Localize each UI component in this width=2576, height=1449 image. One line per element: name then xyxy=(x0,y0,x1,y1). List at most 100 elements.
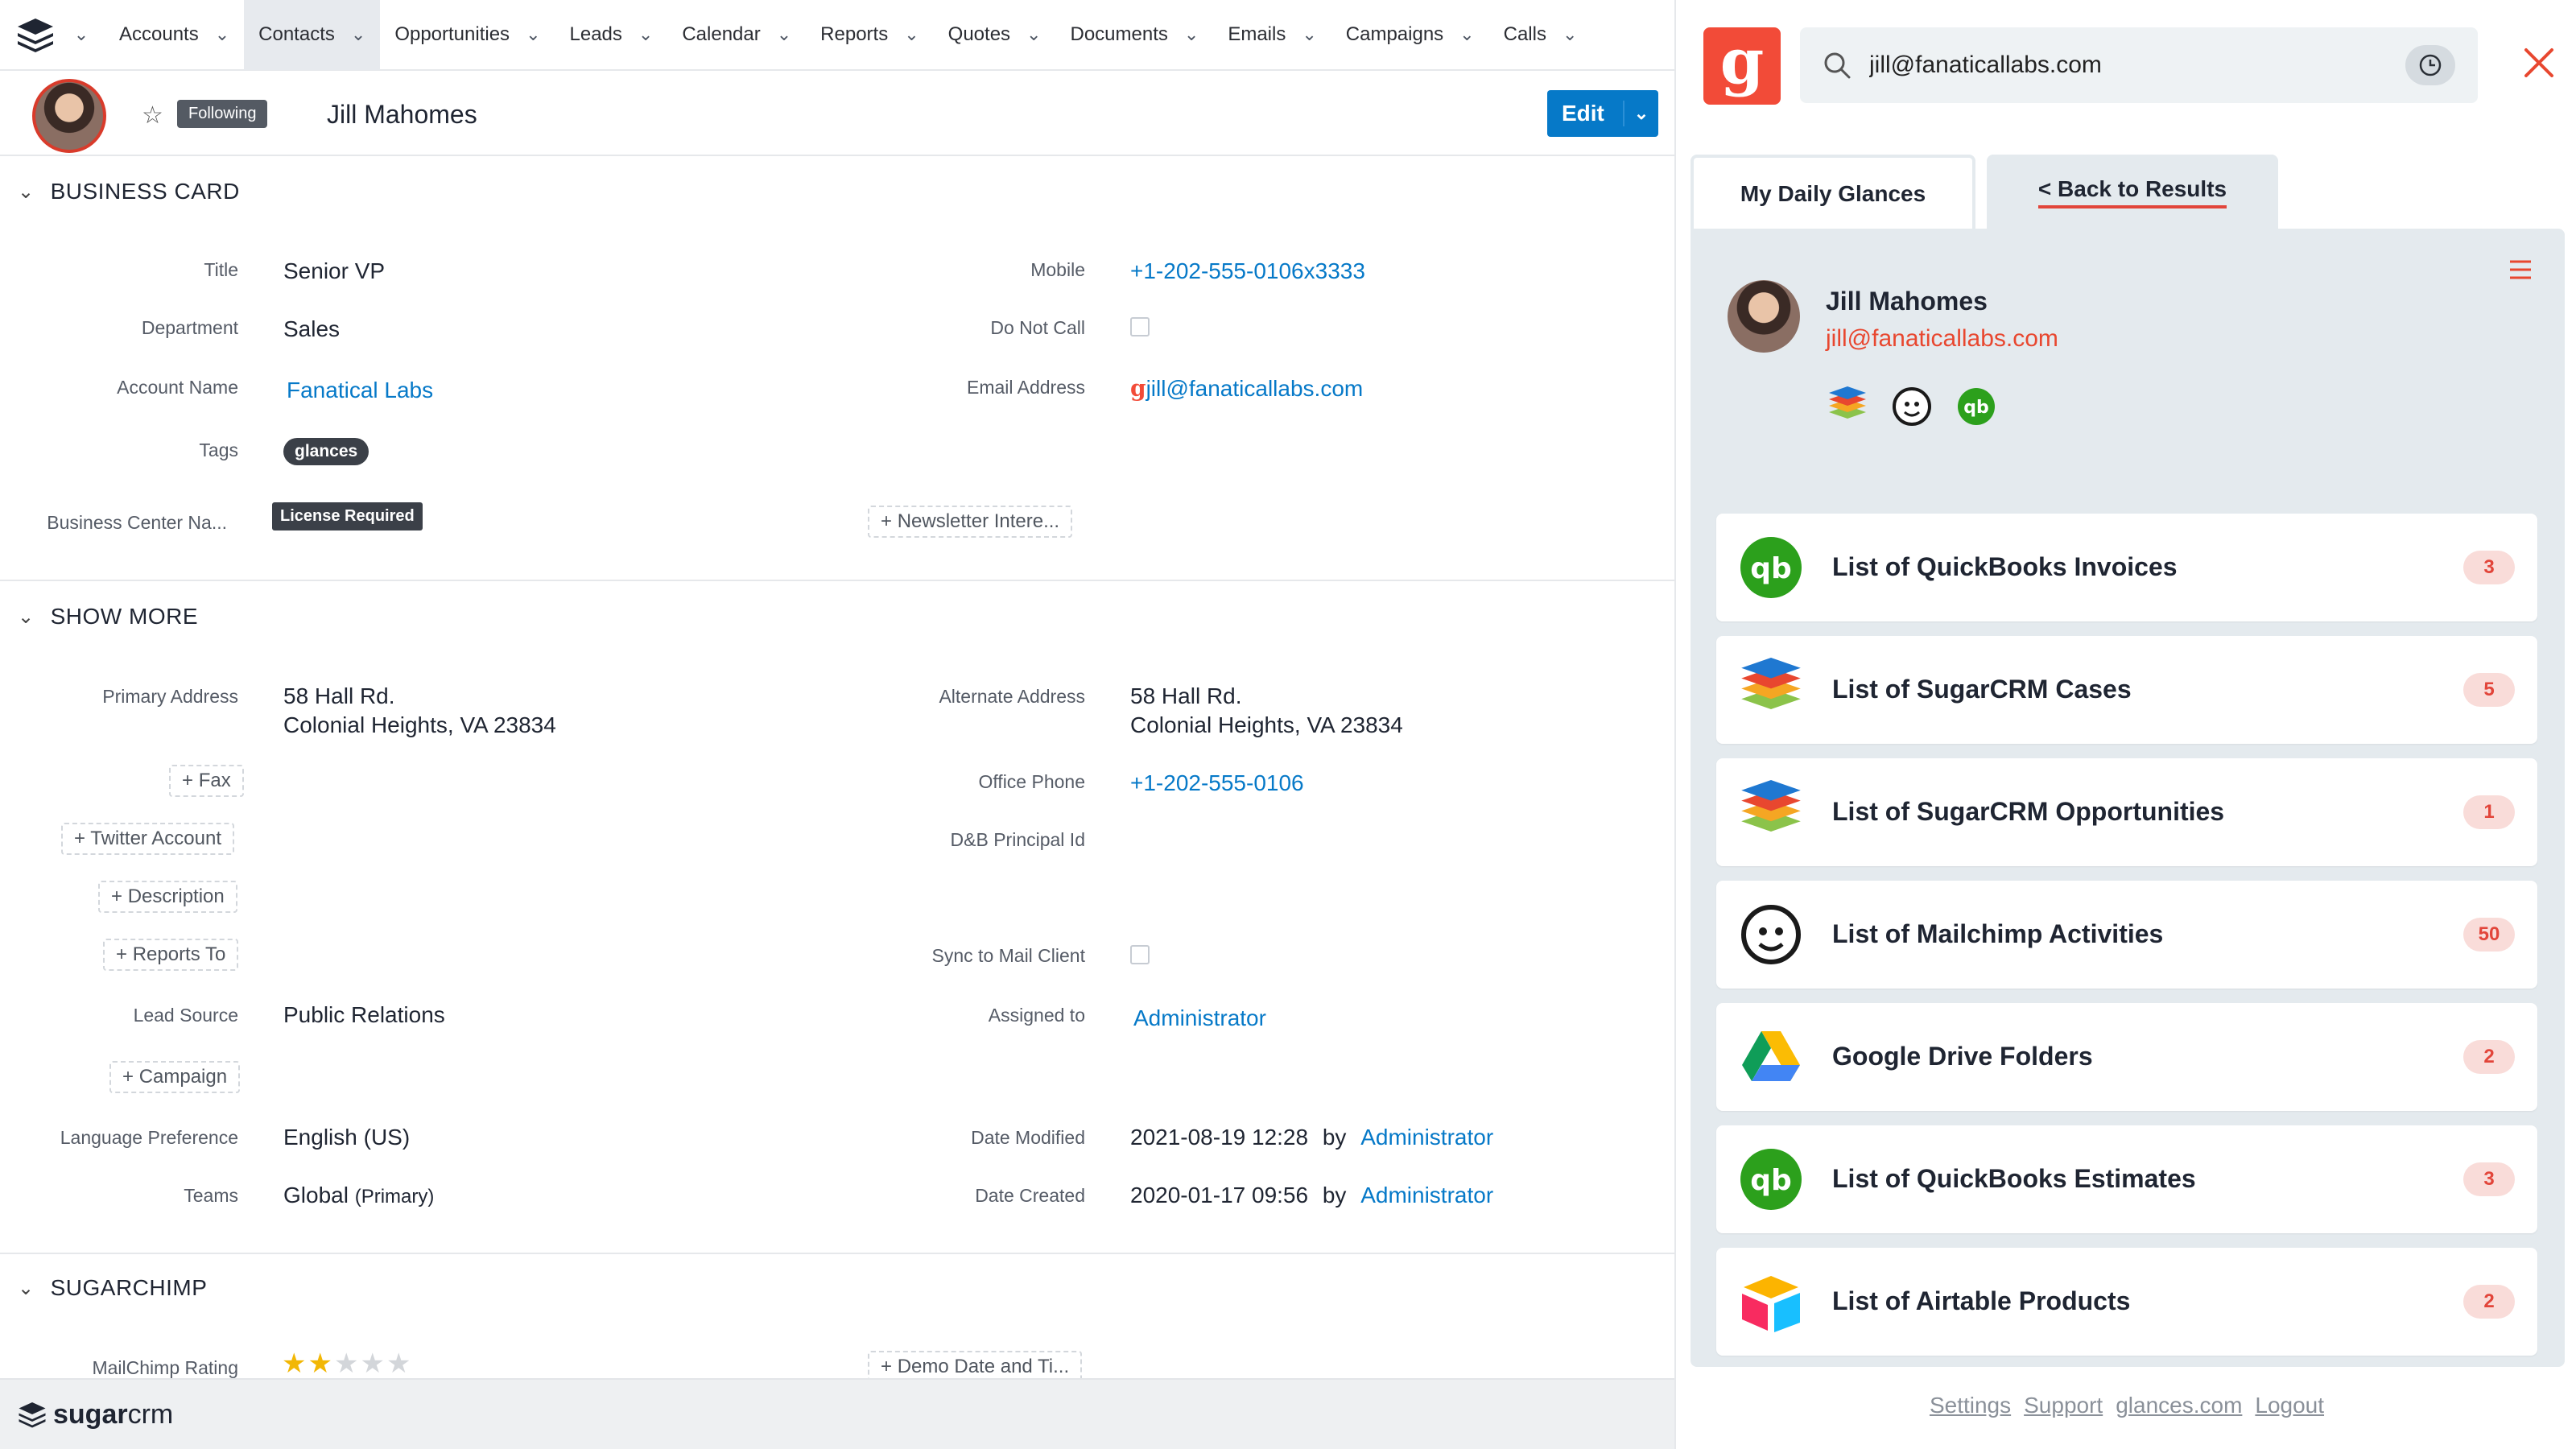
alternate-address-line1[interactable]: 58 Hall Rd. xyxy=(1130,681,1242,711)
button-label: Campaign xyxy=(138,1066,228,1088)
count-badge: 50 xyxy=(2463,918,2515,952)
do-not-call-checkbox[interactable] xyxy=(1130,317,1150,336)
glances-com-link[interactable]: glances.com xyxy=(2116,1393,2242,1418)
glance-card-title: List of Mailchimp Activities xyxy=(1832,919,2164,948)
chevron-down-icon: ⌄ xyxy=(1183,24,1199,44)
sync-mail-client-checkbox[interactable] xyxy=(1130,945,1150,964)
glances-panel: g My Daily Glances < Back to Results Jil… xyxy=(1674,0,2576,1449)
field-label-teams: Teams xyxy=(184,1185,238,1206)
field-language[interactable]: English (US) xyxy=(283,1122,410,1152)
glance-card[interactable]: List of SugarCRM Cases 5 xyxy=(1716,636,2537,744)
rating-star-icon[interactable]: ★ xyxy=(282,1348,308,1379)
field-label-mobile: Mobile xyxy=(1030,259,1085,280)
glance-card[interactable]: qb List of QuickBooks Invoices 3 xyxy=(1716,514,2537,621)
hamburger-menu-icon[interactable] xyxy=(2508,259,2533,284)
back-to-results-label: < Back to Results xyxy=(2037,176,2227,208)
primary-address-line1[interactable]: 58 Hall Rd. xyxy=(283,681,395,711)
field-title[interactable]: Senior VP xyxy=(283,256,385,286)
nav-tab-accounts[interactable]: Accounts ⌄ xyxy=(105,0,244,70)
sugarcrm-icon[interactable] xyxy=(1827,386,1868,427)
button-label: Newsletter Intere... xyxy=(897,510,1060,532)
support-link[interactable]: Support xyxy=(2024,1393,2103,1418)
account-name-link[interactable]: Fanatical Labs xyxy=(287,375,433,405)
newsletter-add-button[interactable]: + Newsletter Intere... xyxy=(868,506,1073,538)
mailchimp-rating-stars: ★★★★★ xyxy=(282,1348,412,1380)
count-badge: 2 xyxy=(2463,1285,2515,1319)
glance-card[interactable]: List of Mailchimp Activities 50 xyxy=(1716,881,2537,989)
count-badge: 3 xyxy=(2463,1162,2515,1196)
mobile-phone-link[interactable]: +1-202-555-0106x3333 xyxy=(1130,256,1365,286)
airtable-icon xyxy=(1742,1276,1800,1332)
count-badge: 3 xyxy=(2463,551,2515,584)
chevron-down-icon[interactable]: ⌄ xyxy=(1624,103,1658,124)
section-show-more[interactable]: ⌄ SHOW MORE xyxy=(18,604,198,630)
glances-search-input[interactable] xyxy=(1869,52,2384,79)
modified-by-user-link[interactable]: Administrator xyxy=(1360,1125,1493,1150)
mailchimp-icon[interactable] xyxy=(1892,386,1932,427)
nav-tab-emails[interactable]: Emails ⌄ xyxy=(1213,0,1331,70)
nav-tab-calendar[interactable]: Calendar ⌄ xyxy=(667,0,806,70)
section-sugarchimp[interactable]: ⌄ SUGARCHIMP xyxy=(18,1275,207,1301)
glance-card[interactable]: qb List of QuickBooks Estimates 3 xyxy=(1716,1125,2537,1233)
nav-tab-leads[interactable]: Leads ⌄ xyxy=(555,0,668,70)
add-reports-to-button[interactable]: + Reports To xyxy=(103,939,239,971)
logout-link[interactable]: Logout xyxy=(2255,1393,2324,1418)
field-label-alternate-address: Alternate Address xyxy=(939,686,1085,707)
contact-avatar[interactable] xyxy=(32,79,106,153)
glance-card[interactable]: List of Airtable Products 2 xyxy=(1716,1248,2537,1356)
nav-tab-calls[interactable]: Calls ⌄ xyxy=(1489,0,1592,70)
tab-my-daily-glances[interactable]: My Daily Glances xyxy=(1690,155,1975,230)
following-badge[interactable]: Following xyxy=(177,100,268,128)
add-description-button[interactable]: + Description xyxy=(98,881,237,913)
sugarcrm-brand[interactable]: sugarcrm xyxy=(53,1399,173,1430)
field-label-department: Department xyxy=(141,317,238,338)
glance-card[interactable]: Google Drive Folders 2 xyxy=(1716,1003,2537,1111)
field-label-language: Language Preference xyxy=(60,1127,238,1148)
contact-email[interactable]: jill@fanaticallabs.com xyxy=(1826,325,2058,353)
glances-g-icon[interactable]: g xyxy=(1130,375,1146,402)
add-fax-button[interactable]: + Fax xyxy=(169,765,244,797)
primary-address-line2[interactable]: Colonial Heights, VA 23834 xyxy=(283,710,556,740)
edit-button[interactable]: Edit ⌄ xyxy=(1547,90,1658,137)
nav-tab-label: Contacts xyxy=(258,23,335,45)
nav-tab-opportunities[interactable]: Opportunities ⌄ xyxy=(380,0,555,70)
field-lead-source[interactable]: Public Relations xyxy=(283,1000,445,1030)
add-twitter-account-button[interactable]: + Twitter Account xyxy=(61,823,234,855)
field-label-sync-mail-client: Sync to Mail Client xyxy=(931,945,1085,966)
rating-star-icon[interactable]: ★ xyxy=(334,1348,360,1379)
alternate-address-line2[interactable]: Colonial Heights, VA 23834 xyxy=(1130,710,1403,740)
office-phone-link[interactable]: +1-202-555-0106 xyxy=(1130,768,1304,798)
tab-back-to-results[interactable]: < Back to Results xyxy=(1987,155,2278,230)
tag-pill[interactable]: glances xyxy=(283,438,369,465)
add-campaign-button[interactable]: + Campaign xyxy=(109,1061,241,1093)
section-business-card[interactable]: ⌄ BUSINESS CARD xyxy=(18,179,240,204)
sugarcrm-home-menu[interactable]: ⌄ xyxy=(0,0,105,70)
field-teams[interactable]: Global (Primary) xyxy=(283,1180,434,1212)
field-label-business-center: Business Center Na... xyxy=(47,512,227,533)
search-icon xyxy=(1824,52,1851,79)
assigned-to-link[interactable]: Administrator xyxy=(1133,1003,1266,1033)
nav-tab-reports[interactable]: Reports ⌄ xyxy=(806,0,933,70)
chevron-down-icon: ⌄ xyxy=(18,180,35,203)
nav-tab-documents[interactable]: Documents ⌄ xyxy=(1055,0,1213,70)
quickbooks-icon: qb xyxy=(1740,537,1802,598)
favorite-star-icon[interactable]: ☆ xyxy=(142,101,163,130)
rating-star-icon[interactable]: ★ xyxy=(308,1348,333,1379)
settings-link[interactable]: Settings xyxy=(1930,1393,2011,1418)
quickbooks-icon[interactable]: qb xyxy=(1956,386,1996,427)
nav-tab-contacts[interactable]: Contacts ⌄ xyxy=(244,0,381,70)
rating-star-icon[interactable]: ★ xyxy=(386,1348,412,1379)
chevron-down-icon: ⌄ xyxy=(73,24,89,44)
button-label: Reports To xyxy=(132,943,226,965)
glance-card[interactable]: List of SugarCRM Opportunities 1 xyxy=(1716,758,2537,866)
rating-star-icon[interactable]: ★ xyxy=(360,1348,386,1379)
field-label-account-name: Account Name xyxy=(117,377,238,398)
svg-text:qb: qb xyxy=(1750,1164,1792,1197)
created-by-user-link[interactable]: Administrator xyxy=(1360,1183,1493,1208)
history-clock-icon[interactable] xyxy=(2405,45,2455,85)
nav-tab-quotes[interactable]: Quotes ⌄ xyxy=(934,0,1056,70)
field-department[interactable]: Sales xyxy=(283,314,340,344)
email-link[interactable]: jill@fanaticallabs.com xyxy=(1146,376,1364,401)
close-icon[interactable] xyxy=(2513,37,2565,89)
nav-tab-campaigns[interactable]: Campaigns ⌄ xyxy=(1331,0,1489,70)
